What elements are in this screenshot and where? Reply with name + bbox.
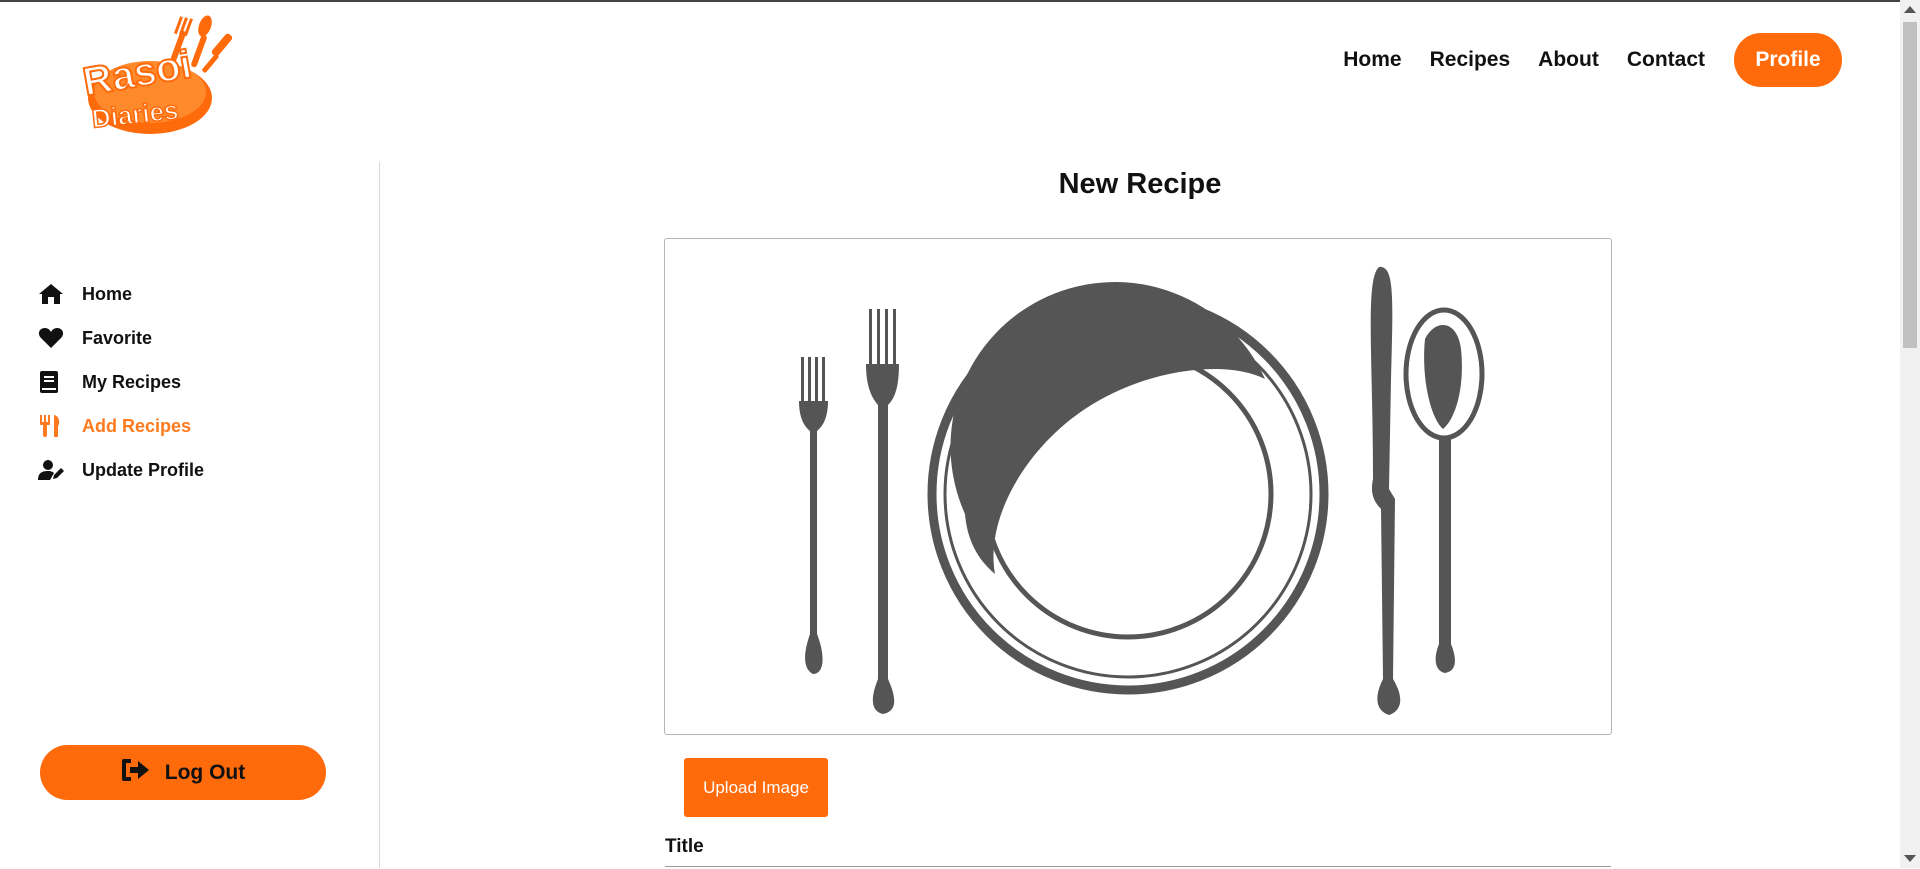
sidebar-item-label: Add Recipes xyxy=(82,415,192,436)
sidebar-item-label: Update Profile xyxy=(82,459,205,480)
nav-home-link[interactable]: Home xyxy=(1343,48,1401,72)
page-scrollbar[interactable] xyxy=(1900,0,1920,868)
sidebar-item-add-recipes[interactable]: Add Recipes xyxy=(38,413,191,439)
logout-label: Log Out xyxy=(164,760,246,784)
sidebar-item-my-recipes[interactable]: My Recipes xyxy=(38,369,181,395)
title-field-label: Title xyxy=(665,836,704,857)
brand-logo[interactable]: Rasoi Diaries xyxy=(78,12,234,136)
utensils-icon xyxy=(38,413,66,439)
sidebar-item-label: My Recipes xyxy=(82,371,182,392)
heart-icon xyxy=(38,325,66,351)
window-top-border xyxy=(0,0,1920,2)
nav-about-link[interactable]: About xyxy=(1538,48,1599,72)
sidebar-item-update-profile[interactable]: Update Profile xyxy=(38,457,204,483)
sidebar-item-home[interactable]: Home xyxy=(38,281,132,307)
scroll-up-arrow-icon[interactable] xyxy=(1904,6,1916,13)
book-icon xyxy=(38,369,66,395)
page-title: New Recipe xyxy=(1058,168,1222,200)
logo-graphic: Rasoi Diaries xyxy=(79,15,233,134)
home-icon xyxy=(38,281,66,307)
plate-cutlery-placeholder-image xyxy=(799,266,1485,715)
upload-image-button[interactable]: Upload Image xyxy=(684,758,828,817)
logout-button[interactable]: Log Out xyxy=(40,745,326,800)
nav-contact-link[interactable]: Contact xyxy=(1627,48,1705,72)
profile-button[interactable]: Profile xyxy=(1734,33,1842,87)
sign-out-icon xyxy=(121,757,151,788)
sidebar-item-label: Home xyxy=(82,283,133,304)
sidebar-divider xyxy=(379,162,380,868)
sidebar-item-label: Favorite xyxy=(82,327,153,348)
user-edit-icon xyxy=(38,457,66,483)
top-nav: Home Recipes About Contact Profile xyxy=(1343,33,1842,87)
nav-recipes-link[interactable]: Recipes xyxy=(1430,48,1511,72)
scroll-thumb[interactable] xyxy=(1903,22,1917,348)
scroll-down-arrow-icon[interactable] xyxy=(1904,855,1916,862)
recipe-image-preview xyxy=(664,238,1612,735)
sidebar-item-favorite[interactable]: Favorite xyxy=(38,325,152,351)
